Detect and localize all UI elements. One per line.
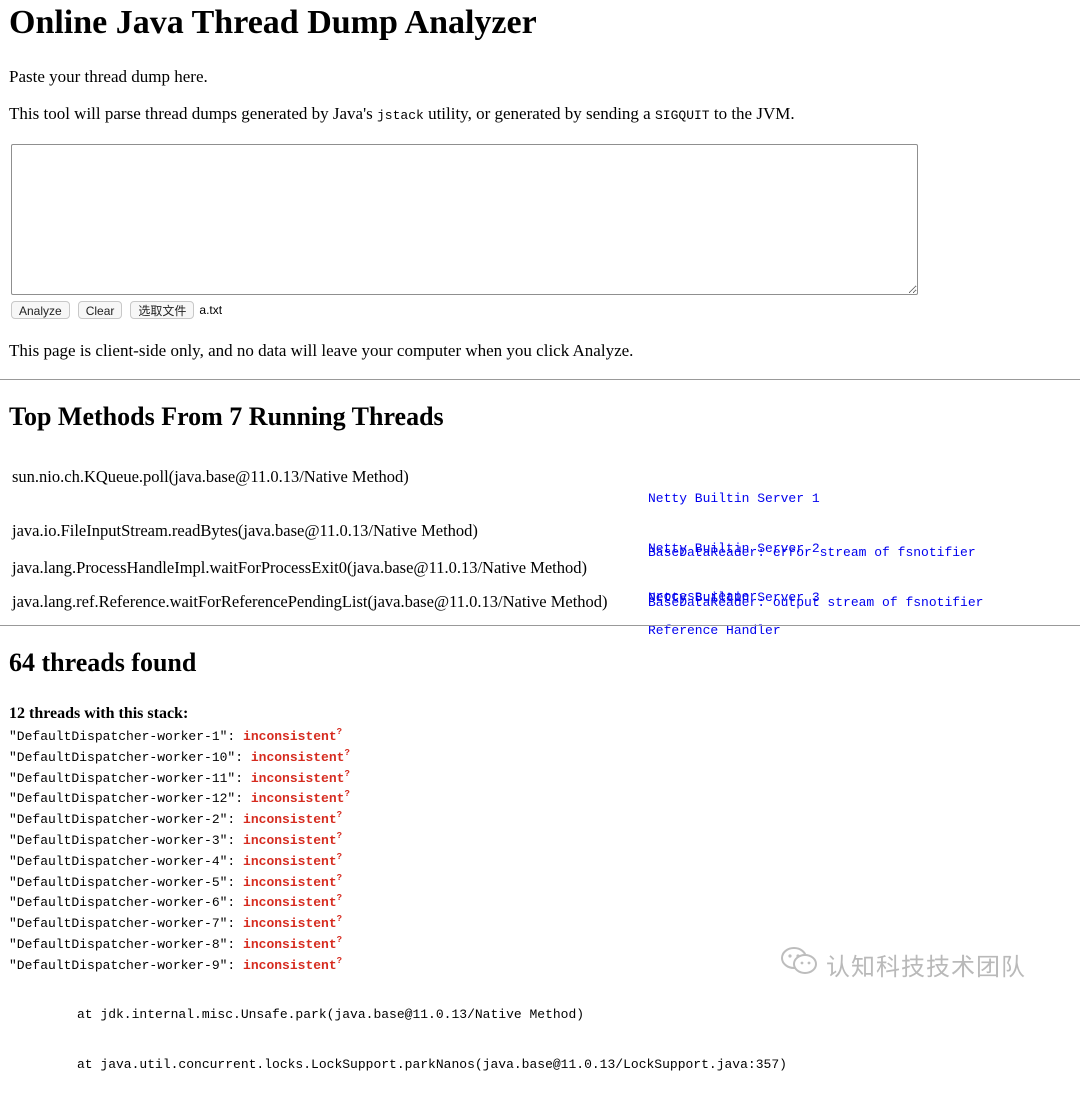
sigquit-code: SIGQUIT [654,108,710,123]
thread-row: "DefaultDispatcher-worker-3": inconsiste… [9,831,350,852]
thread-row: "DefaultDispatcher-worker-12": inconsist… [9,789,350,810]
jstack-code: jstack [377,108,424,123]
privacy-note: This page is client-side only, and no da… [9,341,634,360]
thread-state: inconsistent? [243,830,343,848]
thread-row: "DefaultDispatcher-worker-1": inconsiste… [9,727,350,748]
watermark: 认知科技技术团队 [780,945,1026,983]
button-row: Analyze Clear 选取文件 a.txt [11,301,222,319]
state-help-icon[interactable]: ? [337,873,342,883]
thread-name: "DefaultDispatcher-worker-8": [9,936,244,952]
page-title: Online Java Thread Dump Analyzer [9,4,537,41]
thread-name: "DefaultDispatcher-worker-12": [9,791,251,807]
thread-name: "DefaultDispatcher-worker-10": [9,749,251,765]
method-name: java.lang.ref.Reference.waitForReference… [12,592,608,611]
chosen-file-name: a.txt [199,303,223,317]
thread-state: inconsistent? [243,851,343,869]
thread-name: "DefaultDispatcher-worker-4": [9,853,244,869]
thread-row: "DefaultDispatcher-worker-2": inconsiste… [9,810,350,831]
thread-state: inconsistent? [243,914,343,932]
thread-link[interactable]: Netty Builtin Server 1 [648,491,820,508]
top-methods-heading: Top Methods From 7 Running Threads [9,402,444,431]
thread-name: "DefaultDispatcher-worker-2": [9,812,244,828]
state-help-icon[interactable]: ? [337,935,342,945]
thread-name: "DefaultDispatcher-worker-3": [9,832,244,848]
thread-state: inconsistent? [243,955,343,973]
thread-state: inconsistent? [250,747,350,765]
paste-prompt: Paste your thread dump here. [9,67,208,86]
method-name: sun.nio.ch.KQueue.poll(java.base@11.0.13… [12,467,409,486]
method-name: java.lang.ProcessHandleImpl.waitForProce… [12,558,587,577]
thread-name: "DefaultDispatcher-worker-7": [9,916,244,932]
stack-frame: at jdk.internal.misc.Unsafe.park(java.ba… [77,1007,585,1022]
watermark-text: 认知科技技术团队 [826,952,1026,981]
thread-link-list: Reference Handler [648,590,781,673]
intro-middle: utility, or generated by sending a [423,104,655,123]
state-help-icon[interactable]: ? [337,831,342,841]
thread-list: "DefaultDispatcher-worker-1": inconsiste… [9,727,350,977]
divider [0,625,1080,626]
threads-found-heading: 64 threads found [9,648,197,677]
clear-button[interactable]: Clear [77,301,123,319]
thread-name: "DefaultDispatcher-worker-11": [9,770,251,786]
intro-text: This tool will parse thread dumps genera… [9,104,795,124]
divider [0,379,1080,380]
stack-frame: at java.util.concurrent.locks.LockSuppor… [77,1056,787,1072]
choose-file-button[interactable]: 选取文件 [130,301,195,319]
thread-state: inconsistent? [243,934,343,952]
thread-row: "DefaultDispatcher-worker-4": inconsiste… [9,852,350,873]
state-help-icon[interactable]: ? [337,852,342,862]
intro-prefix: This tool will parse thread dumps genera… [9,104,377,123]
thread-name: "DefaultDispatcher-worker-5": [9,874,244,890]
thread-row: "DefaultDispatcher-worker-10": inconsist… [9,748,350,769]
thread-dump-input[interactable] [11,144,918,295]
stack-group-heading: 12 threads with this stack: [9,705,189,722]
thread-state: inconsistent? [250,789,350,807]
thread-name: "DefaultDispatcher-worker-9": [9,957,244,973]
thread-state: inconsistent? [243,893,343,911]
state-help-icon[interactable]: ? [344,789,349,799]
thread-row: "DefaultDispatcher-worker-8": inconsiste… [9,935,350,956]
thread-name: "DefaultDispatcher-worker-1": [9,729,244,744]
thread-row: "DefaultDispatcher-worker-5": inconsiste… [9,873,350,894]
thread-state: inconsistent? [243,872,343,890]
thread-row: "DefaultDispatcher-worker-11": inconsist… [9,769,350,790]
state-help-icon[interactable]: ? [337,727,342,737]
state-help-icon[interactable]: ? [337,810,342,820]
thread-state: inconsistent? [243,810,343,828]
state-help-icon[interactable]: ? [337,956,342,966]
method-name: java.io.FileInputStream.readBytes(java.b… [12,521,478,540]
intro-suffix: to the JVM. [709,104,795,123]
analyze-button[interactable]: Analyze [11,301,70,319]
state-help-icon[interactable]: ? [337,893,342,903]
thread-state: inconsistent? [243,727,343,745]
thread-row: "DefaultDispatcher-worker-6": inconsiste… [9,893,350,914]
state-help-icon[interactable]: ? [337,914,342,924]
thread-name: "DefaultDispatcher-worker-6": [9,895,244,911]
state-help-icon[interactable]: ? [344,769,349,779]
state-help-icon[interactable]: ? [344,748,349,758]
thread-state: inconsistent? [250,768,350,786]
stack-frames: at jdk.internal.misc.Unsafe.park(java.ba… [77,974,787,1106]
wechat-icon [780,945,826,983]
thread-row: "DefaultDispatcher-worker-7": inconsiste… [9,914,350,935]
